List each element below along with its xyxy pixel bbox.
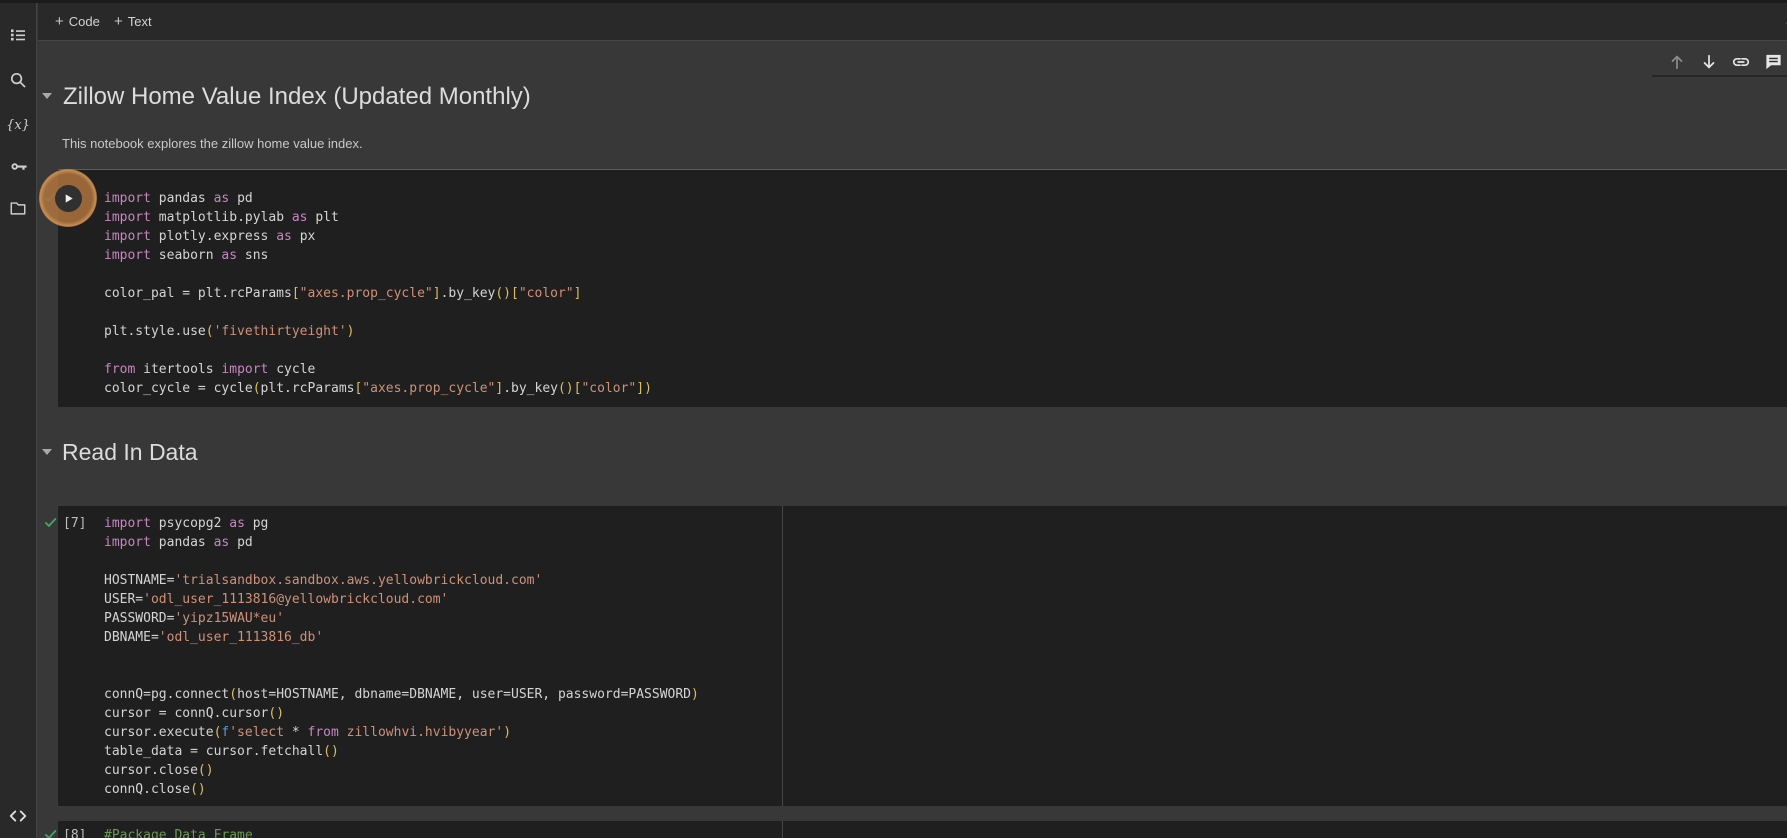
- left-sidebar: {x}: [0, 3, 37, 838]
- move-cell-up-icon[interactable]: [1665, 50, 1689, 74]
- table-of-contents-icon[interactable]: [6, 23, 30, 47]
- cell-toolbar: [1652, 48, 1787, 77]
- run-cell-button-spotlight[interactable]: [39, 169, 97, 227]
- run-cell-button[interactable]: [54, 184, 82, 212]
- search-icon[interactable]: [6, 68, 30, 92]
- imports-cell[interactable]: import pandas as pd import matplotlib.pyl…: [39, 169, 1787, 407]
- notebook-toolbar: + Code + Text R D: [38, 3, 1787, 41]
- play-icon: [65, 193, 73, 203]
- cell-executed-check-icon: [43, 827, 58, 838]
- add-text-button[interactable]: + Text: [114, 3, 152, 40]
- code-editor[interactable]: #Package Data Frame: [104, 826, 1787, 838]
- collapse-section-arrow[interactable]: [42, 93, 52, 99]
- copy-link-icon[interactable]: [1729, 50, 1753, 74]
- plus-icon: +: [114, 13, 123, 30]
- notebook-intro-text: This notebook explores the zillow home v…: [62, 136, 363, 151]
- plus-icon: +: [55, 13, 64, 30]
- files-folder-icon[interactable]: [6, 196, 30, 220]
- section-heading: Read In Data: [62, 439, 198, 465]
- execution-count: [7]: [63, 516, 87, 531]
- notebook-section-title: Zillow Home Value Index (Updated Monthly…: [63, 83, 531, 110]
- db-connect-cell[interactable]: [7] import psycopg2 as pg import pandas a…: [45, 506, 1787, 806]
- collapse-section-arrow[interactable]: [42, 449, 52, 455]
- add-code-label: Code: [68, 14, 100, 29]
- add-text-label: Text: [127, 14, 152, 29]
- code-snippets-icon[interactable]: [6, 804, 30, 828]
- add-code-button[interactable]: + Code: [55, 3, 100, 40]
- code-editor[interactable]: import pandas as pd import matplotlib.pyl…: [104, 189, 1787, 398]
- comment-icon[interactable]: [1761, 50, 1785, 74]
- move-cell-down-icon[interactable]: [1697, 50, 1721, 74]
- execution-count: [8]: [63, 828, 87, 838]
- code-editor[interactable]: import psycopg2 as pg import pandas as pd…: [104, 514, 1787, 799]
- package-dataframe-cell[interactable]: [8] #Package Data Frame: [45, 821, 1787, 838]
- variables-glyph: {x}: [6, 117, 30, 133]
- variables-icon[interactable]: {x}: [6, 113, 30, 137]
- cell-executed-check-icon: [43, 515, 58, 535]
- secrets-key-icon[interactable]: [6, 154, 30, 178]
